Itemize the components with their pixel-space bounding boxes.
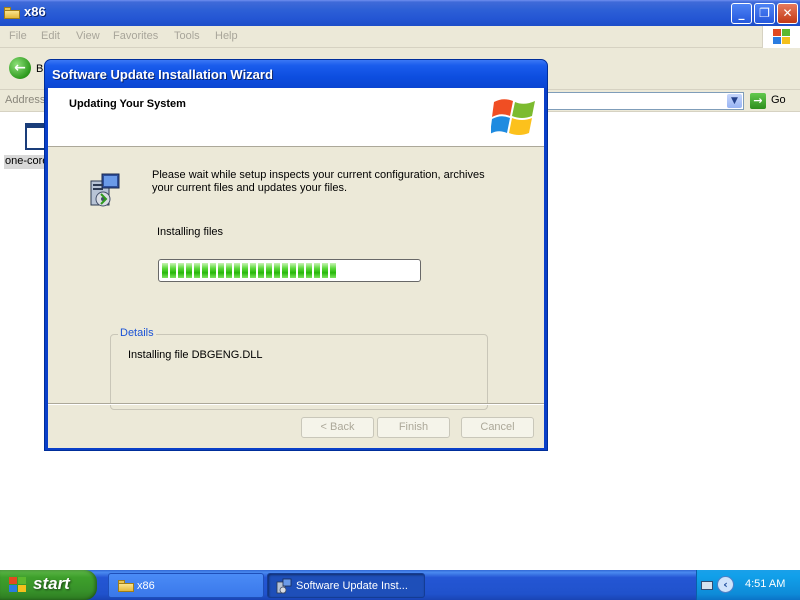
- start-button[interactable]: start: [0, 570, 97, 600]
- wizard-description: Please wait while setup inspects your cu…: [152, 169, 485, 194]
- progress-segment: [202, 263, 208, 278]
- menu-file[interactable]: File: [9, 30, 27, 42]
- progress-segment: [290, 263, 296, 278]
- wizard-client-area: Updating Your System Please wait while s…: [48, 88, 544, 448]
- wizard-body: Please wait while setup inspects your cu…: [48, 148, 544, 410]
- details-group: Details Installing file DBGENG.DLL: [110, 327, 488, 410]
- back-button-label[interactable]: B: [36, 63, 43, 75]
- menu-view[interactable]: View: [76, 30, 100, 42]
- progress-segment: [322, 263, 328, 278]
- chevron-down-icon[interactable]: ▼: [727, 94, 742, 108]
- progress-segment: [226, 263, 232, 278]
- status-text: Installing files: [157, 226, 224, 238]
- setup-computer-icon: [89, 172, 121, 208]
- windows-flag-icon: [773, 29, 791, 45]
- back-button[interactable]: < Back: [301, 417, 374, 438]
- restore-button[interactable]: ❐: [754, 3, 775, 24]
- setup-icon: [276, 578, 292, 597]
- menu-tools[interactable]: Tools: [174, 30, 200, 42]
- details-text: Installing file DBGENG.DLL: [128, 349, 263, 361]
- chevron-left-icon[interactable]: ‹: [717, 576, 734, 593]
- minimize-button[interactable]: _: [731, 3, 752, 24]
- progress-fill: [162, 263, 338, 278]
- details-label: Details: [118, 327, 156, 339]
- taskbar-button-label: Software Update Inst...: [296, 580, 408, 592]
- menu-favorites[interactable]: Favorites: [113, 30, 158, 42]
- button-separator: [48, 403, 544, 405]
- taskbar-button-software-update[interactable]: Software Update Inst...: [267, 573, 425, 598]
- progress-segment: [266, 263, 272, 278]
- progress-segment: [194, 263, 200, 278]
- wizard-header: Updating Your System: [48, 88, 544, 147]
- progress-segment: [186, 263, 192, 278]
- address-field[interactable]: ▼: [540, 92, 744, 110]
- windows-logo-box: [762, 26, 800, 48]
- progress-segment: [282, 263, 288, 278]
- back-arrow-icon[interactable]: ←: [9, 57, 31, 79]
- wizard-title: Software Update Installation Wizard: [52, 67, 273, 82]
- taskbar: start x86 Software Update Inst... ‹ 4:51…: [0, 570, 800, 600]
- start-label: start: [33, 574, 70, 593]
- folder-icon: [118, 580, 134, 592]
- progress-segment: [298, 263, 304, 278]
- wizard-header-title: Updating Your System: [69, 98, 186, 110]
- progress-segment: [170, 263, 176, 278]
- progress-segment: [258, 263, 264, 278]
- menu-edit[interactable]: Edit: [41, 30, 60, 42]
- progress-segment: [218, 263, 224, 278]
- menu-help[interactable]: Help: [215, 30, 238, 42]
- finish-button[interactable]: Finish: [377, 417, 450, 438]
- windows-logo-icon: [490, 94, 539, 142]
- taskbar-button-x86[interactable]: x86: [108, 573, 264, 598]
- progress-segment: [234, 263, 240, 278]
- progress-segment: [274, 263, 280, 278]
- progress-segment: [242, 263, 248, 278]
- taskbar-button-label: x86: [137, 580, 155, 592]
- explorer-titlebar[interactable]: x86 _ ❐ ✕: [0, 0, 800, 26]
- progress-segment: [210, 263, 216, 278]
- wizard-dialog: Software Update Installation Wizard Upda…: [44, 59, 548, 451]
- file-name: one-core: [4, 155, 48, 169]
- progress-segment: [178, 263, 184, 278]
- clock[interactable]: 4:51 AM: [745, 578, 785, 590]
- go-button[interactable]: Go: [771, 94, 786, 106]
- wizard-titlebar[interactable]: Software Update Installation Wizard: [45, 60, 547, 88]
- system-tray: ‹ 4:51 AM: [696, 570, 800, 600]
- progress-segment: [250, 263, 256, 278]
- progress-segment: [330, 263, 336, 278]
- cancel-button[interactable]: Cancel: [461, 417, 534, 438]
- progress-segment: [306, 263, 312, 278]
- address-label: Address: [5, 94, 46, 106]
- windows-flag-icon: [9, 577, 27, 593]
- go-arrow-icon[interactable]: →: [750, 93, 766, 109]
- progress-segment: [162, 263, 168, 278]
- folder-icon: [4, 7, 20, 19]
- file-item[interactable]: one-core: [4, 120, 52, 172]
- progress-segment: [314, 263, 320, 278]
- close-button[interactable]: ✕: [777, 3, 798, 24]
- install-progress-bar: [158, 259, 421, 282]
- menu-bar: File Edit View Favorites Tools Help: [0, 26, 800, 48]
- keyboard-icon[interactable]: [701, 581, 713, 590]
- explorer-title: x86: [24, 4, 46, 19]
